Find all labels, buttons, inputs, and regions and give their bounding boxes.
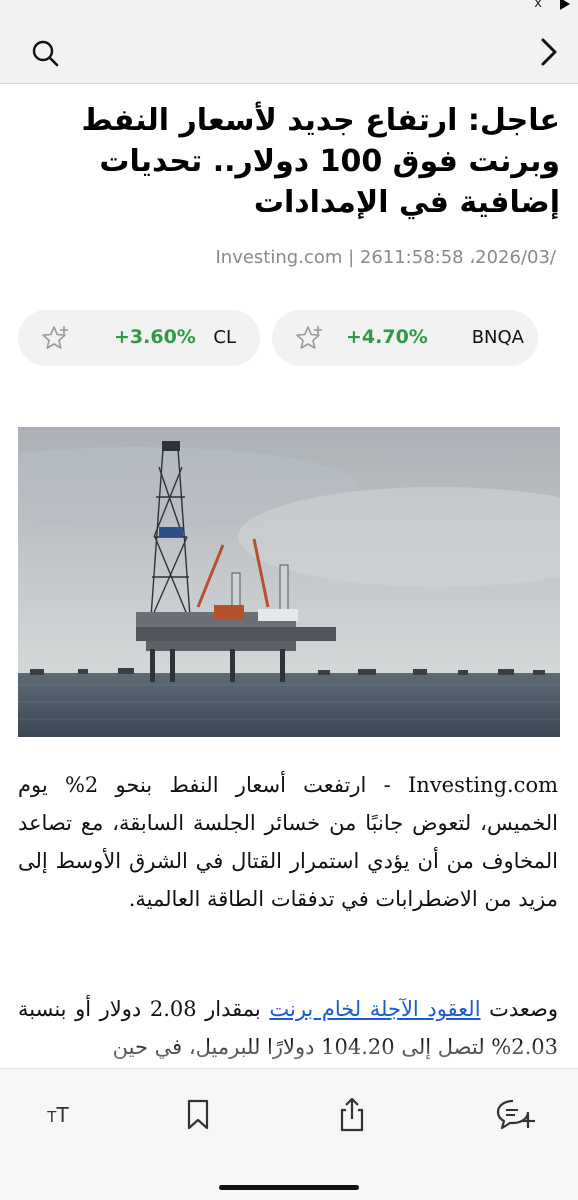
back-button[interactable] [534, 32, 564, 72]
bottom-toolbar: TT [0, 1068, 578, 1200]
text-size-big: T [56, 1103, 69, 1127]
chevron-right-icon [541, 38, 557, 66]
star-add-icon[interactable] [294, 324, 324, 354]
article-meta: Investing.com | 2611:58:58 ،2026/03/ [215, 247, 556, 268]
top-bar [0, 14, 578, 84]
bookmark-icon [187, 1099, 209, 1130]
add-comment-button[interactable] [496, 1095, 536, 1135]
brent-futures-link[interactable]: العقود الآجلة لخام برنت [269, 997, 480, 1021]
ticker-chip-bnqa[interactable]: +4.70% BNQA [272, 310, 538, 366]
search-icon [32, 40, 59, 67]
search-button[interactable] [26, 34, 66, 74]
ticker-change: +4.70% [346, 326, 428, 348]
close-label[interactable]: x [534, 0, 542, 11]
bookmark-button[interactable] [178, 1095, 218, 1135]
ticker-chip-cl[interactable]: +3.60% CL [18, 310, 260, 366]
text-size-icon: TT [47, 1103, 68, 1127]
ticker-symbol: CL [213, 327, 236, 348]
star-add-icon[interactable] [40, 324, 70, 354]
paragraph-text: وصعدت [480, 997, 559, 1021]
home-indicator [219, 1185, 359, 1190]
ticker-change: +3.60% [114, 326, 196, 348]
oil-rig-photo [18, 427, 560, 737]
status-strip: x [0, 0, 578, 14]
play-icon [560, 0, 570, 10]
comment-add-icon [496, 1099, 535, 1130]
article-paragraph: Investing.com - ارتفعت أسعار النفط بنحو … [18, 773, 559, 911]
text-size-button[interactable]: TT [38, 1095, 78, 1135]
share-icon [340, 1097, 364, 1132]
ticker-symbol: BNQA [471, 327, 524, 348]
share-button[interactable] [332, 1095, 372, 1135]
article-headline: عاجل: ارتفاع جديد لأسعار النفط وبرنت فوق… [81, 103, 560, 220]
